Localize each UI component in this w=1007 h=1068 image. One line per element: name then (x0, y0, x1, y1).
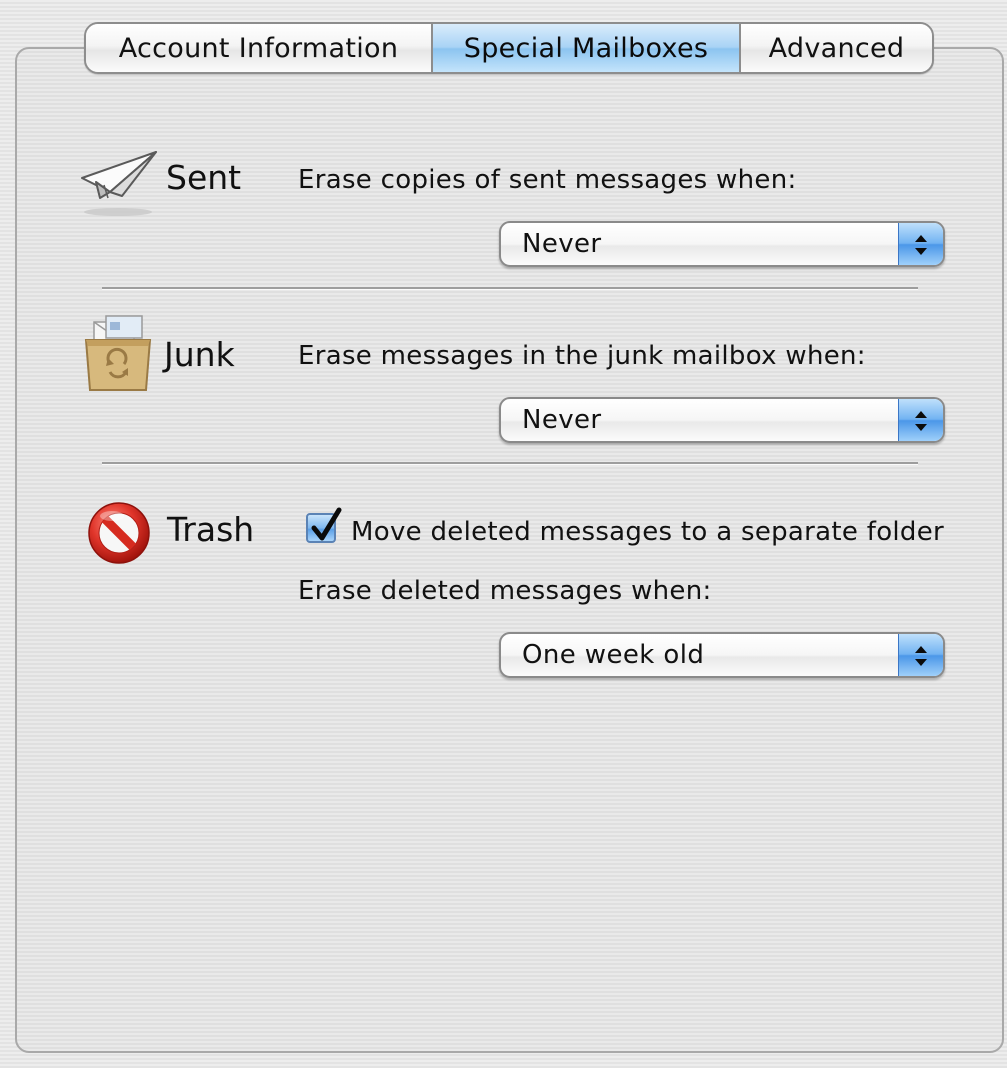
section-divider (102, 287, 918, 290)
tab-account-information[interactable]: Account Information (86, 24, 431, 72)
paper-plane-icon (78, 148, 160, 220)
tab-special-mailboxes[interactable]: Special Mailboxes (431, 24, 739, 72)
popup-arrows-icon (898, 223, 943, 265)
junk-mailbox-icon (80, 312, 156, 394)
tab-content-panel (15, 47, 1004, 1053)
no-entry-icon (86, 500, 152, 566)
junk-label: Junk (164, 335, 235, 374)
junk-erase-popup[interactable]: Never (499, 397, 945, 443)
sent-erase-prompt: Erase copies of sent messages when: (298, 165, 797, 195)
section-divider (102, 462, 918, 465)
move-deleted-checkbox[interactable] (306, 507, 342, 543)
sent-label: Sent (166, 158, 242, 197)
checkmark-icon (311, 507, 342, 541)
trash-erase-selected-value: One week old (522, 640, 705, 670)
trash-erase-popup[interactable]: One week old (499, 632, 945, 678)
trash-label: Trash (167, 510, 255, 549)
sent-erase-selected-value: Never (522, 229, 602, 259)
move-deleted-checkbox-label[interactable]: Move deleted messages to a separate fold… (351, 517, 944, 547)
tab-bar: Account Information Special Mailboxes Ad… (84, 22, 934, 74)
popup-arrows-icon (898, 634, 943, 676)
sent-erase-popup[interactable]: Never (499, 221, 945, 267)
trash-erase-prompt: Erase deleted messages when: (298, 576, 712, 606)
junk-erase-selected-value: Never (522, 405, 602, 435)
popup-arrows-icon (898, 399, 943, 441)
junk-erase-prompt: Erase messages in the junk mailbox when: (298, 341, 866, 371)
tab-advanced[interactable]: Advanced (739, 24, 932, 72)
